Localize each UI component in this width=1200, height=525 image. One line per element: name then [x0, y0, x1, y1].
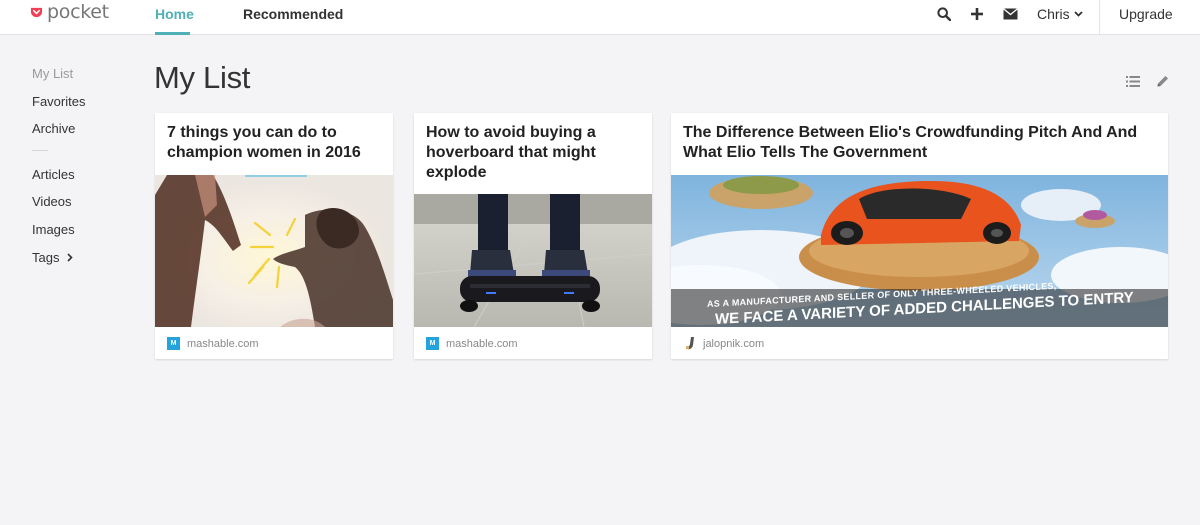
sidebar-item-tags[interactable]: Tags	[32, 250, 74, 265]
article-thumbnail	[155, 175, 393, 327]
chevron-right-icon	[67, 253, 74, 262]
sidebar-item-favorites[interactable]: Favorites	[32, 94, 85, 109]
article-card[interactable]: How to avoid buying a hoverboard that mi…	[414, 113, 652, 359]
jalopnik-favicon-icon	[683, 337, 696, 350]
active-tab-indicator	[155, 32, 190, 35]
article-source[interactable]: jalopnik.com	[683, 337, 764, 350]
page-title: My List	[154, 60, 251, 95]
article-title[interactable]: 7 things you can do to champion women in…	[167, 123, 381, 163]
chevron-down-icon	[1074, 11, 1083, 17]
source-domain: jalopnik.com	[703, 337, 765, 350]
sidebar-item-videos[interactable]: Videos	[32, 194, 72, 209]
article-source[interactable]: M mashable.com	[426, 337, 518, 350]
article-title[interactable]: The Difference Between Elio's Crowdfundi…	[683, 123, 1156, 163]
source-domain: mashable.com	[187, 337, 259, 350]
sidebar-item-articles[interactable]: Articles	[32, 167, 75, 182]
pocket-logo[interactable]: pocket	[30, 1, 109, 23]
mashable-favicon-icon: M	[167, 337, 180, 350]
sidebar-item-label: Tags	[32, 250, 60, 265]
article-thumbnail: AS A MANUFACTURER AND SELLER OF ONLY THR…	[671, 175, 1168, 327]
article-source[interactable]: M mashable.com	[167, 337, 259, 350]
sidebar-item-archive[interactable]: Archive	[32, 121, 75, 136]
logo-text: pocket	[47, 1, 109, 23]
list-view-icon[interactable]	[1125, 73, 1141, 89]
article-card[interactable]: The Difference Between Elio's Crowdfundi…	[671, 113, 1168, 359]
header-divider	[1099, 0, 1100, 35]
tab-recommended[interactable]: Recommended	[243, 6, 343, 22]
edit-icon[interactable]	[1155, 73, 1171, 89]
user-name: Chris	[1037, 6, 1070, 22]
tab-home[interactable]: Home	[155, 6, 194, 22]
sidebar-item-images[interactable]: Images	[32, 222, 75, 237]
article-thumbnail	[414, 194, 652, 327]
add-icon[interactable]	[968, 5, 986, 23]
pocket-logo-icon	[30, 7, 43, 17]
sidebar-item-my-list[interactable]: My List	[32, 66, 73, 81]
article-card[interactable]: 7 things you can do to champion women in…	[155, 113, 393, 359]
mashable-favicon-icon: M	[426, 337, 439, 350]
user-menu[interactable]: Chris	[1037, 6, 1083, 22]
upgrade-button[interactable]: Upgrade	[1119, 6, 1173, 22]
mail-icon[interactable]	[1001, 5, 1019, 23]
source-domain: mashable.com	[446, 337, 518, 350]
top-header: pocket Home Recommended Chris Upgrade	[0, 0, 1200, 35]
article-title[interactable]: How to avoid buying a hoverboard that mi…	[426, 123, 640, 183]
search-icon[interactable]	[935, 5, 953, 23]
sidebar-divider	[32, 150, 48, 151]
